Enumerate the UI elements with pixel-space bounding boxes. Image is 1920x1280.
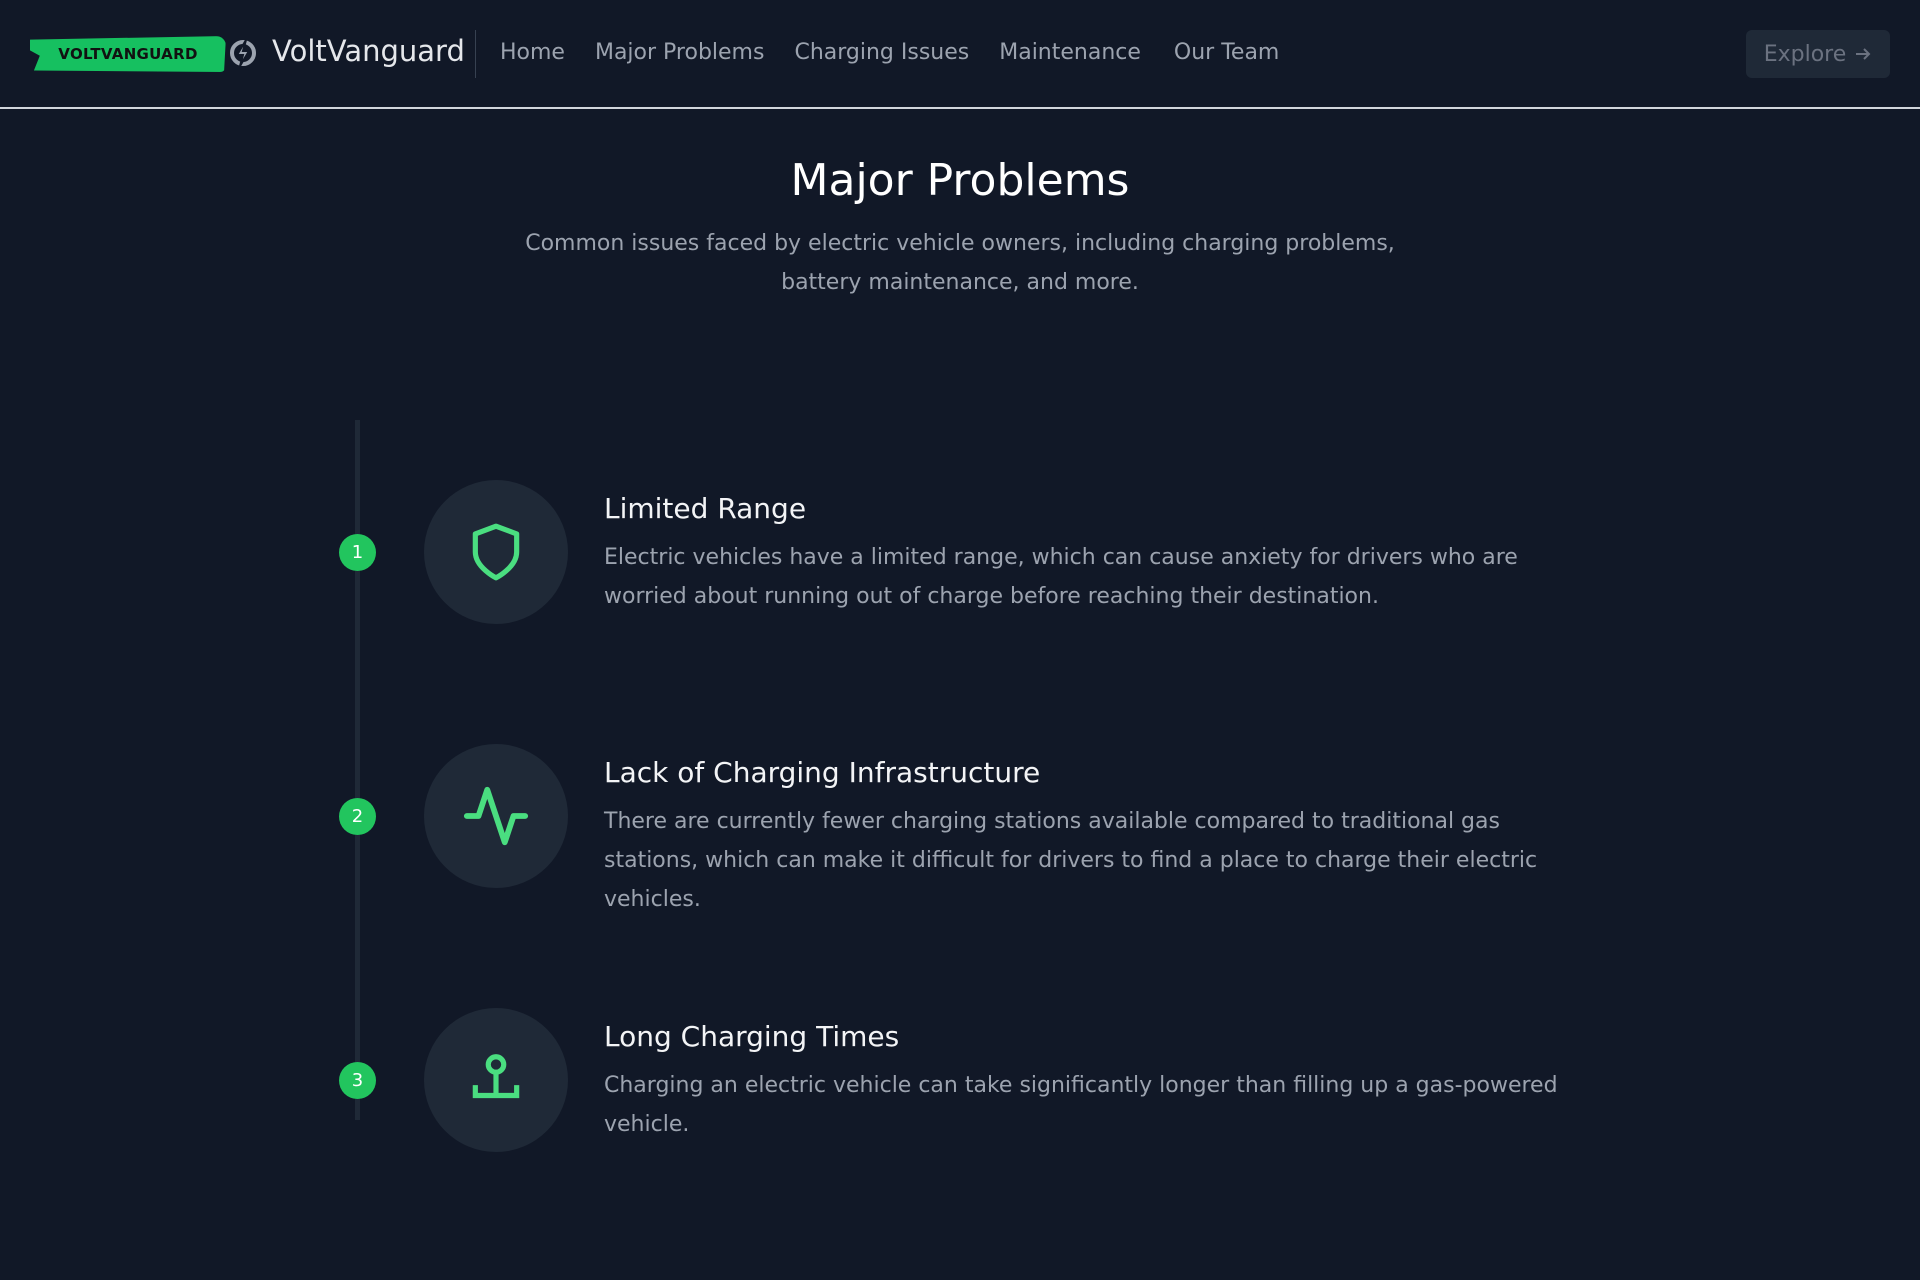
problem-title: Lack of Charging Infrastructure	[604, 756, 1041, 789]
nav-link-major-problems[interactable]: Major Problems	[595, 40, 764, 65]
nav-divider	[475, 30, 476, 78]
step-number: 2	[339, 798, 376, 835]
explore-label: Explore	[1763, 41, 1847, 67]
problem-title: Long Charging Times	[604, 1020, 900, 1053]
nav-link-charging-issues[interactable]: Charging Issues	[794, 40, 969, 65]
navbar: VOLTVANGUARD VoltVanguard Home Major Pro…	[0, 0, 1920, 109]
icon-circle	[424, 1008, 568, 1152]
step-number: 1	[339, 534, 376, 571]
shield-icon	[472, 523, 520, 581]
problem-description: Electric vehicles have a limited range, …	[604, 545, 1518, 609]
nav-link-home[interactable]: Home	[500, 40, 565, 65]
nav-link-our-team[interactable]: Our Team	[1174, 40, 1279, 65]
nav-link-maintenance[interactable]: Maintenance	[999, 40, 1141, 65]
brand-name[interactable]: VoltVanguard	[272, 34, 465, 68]
problem-item: 3 Long Charging Times Charging an electr…	[0, 1008, 1920, 1280]
problem-description: Charging an electric vehicle can take si…	[604, 1073, 1558, 1137]
arrow-right-icon	[1856, 48, 1871, 60]
icon-circle	[424, 480, 568, 624]
step-number: 3	[339, 1062, 376, 1099]
logo-badge[interactable]: VOLTVANGUARD	[30, 36, 226, 72]
problem-item: 1 Limited Range Electric vehicles have a…	[0, 480, 1920, 752]
problem-description: There are currently fewer charging stati…	[604, 809, 1538, 912]
network-icon	[472, 1054, 520, 1099]
page-subtitle: Common issues faced by electric vehicle …	[525, 231, 1395, 295]
explore-button[interactable]: Explore	[1746, 30, 1890, 78]
problem-item: 2 Lack of Charging Infrastructure There …	[0, 744, 1920, 1016]
problem-title: Limited Range	[604, 492, 807, 525]
activity-icon	[463, 786, 529, 846]
page-title: Major Problems	[790, 155, 1130, 206]
bolt-logo-icon	[230, 39, 256, 67]
icon-circle	[424, 744, 568, 888]
